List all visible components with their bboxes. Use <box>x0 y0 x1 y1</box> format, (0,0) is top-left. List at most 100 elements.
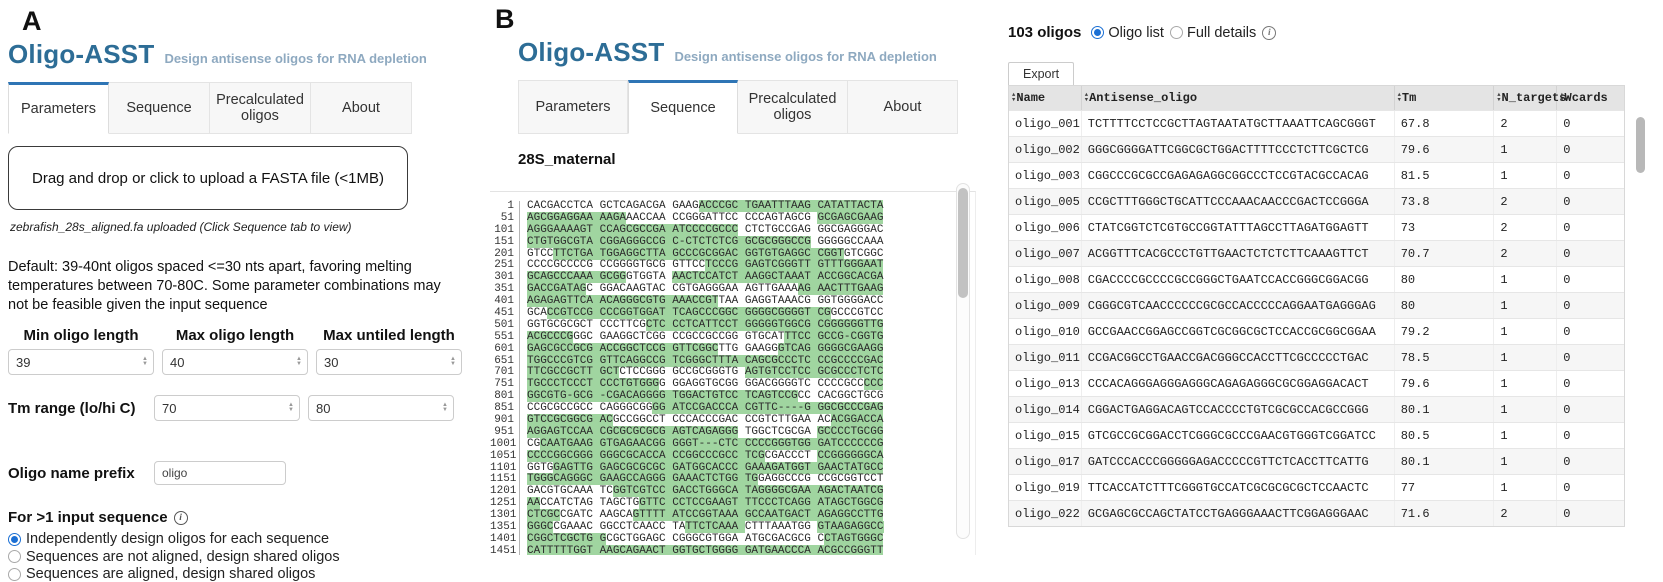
oligo-prefix-input[interactable]: oligo <box>154 461 286 485</box>
table-row: oligo_002GGGCGGGGATTCGGCGCTGGACTTTTCCCTC… <box>1009 136 1624 162</box>
radio-independent-design[interactable]: Independently design oligos for each seq… <box>8 530 478 548</box>
min-oligo-length-label: Min oligo length <box>8 327 154 344</box>
column-header-tm[interactable]: ▲▼ Tm <box>1395 86 1495 110</box>
sequence-scrollbar-thumb[interactable] <box>958 188 968 298</box>
radio-icon[interactable] <box>8 550 21 563</box>
table-cell: 0 <box>1557 189 1624 214</box>
column-header-wcards[interactable]: ▲▼ Wcards <box>1557 86 1624 110</box>
tab-about[interactable]: About <box>848 80 958 134</box>
tab-precalculated-oligos[interactable]: Precalculated oligos <box>738 80 848 134</box>
sequence-line-number: 151 <box>490 237 520 249</box>
table-cell: 0 <box>1557 397 1624 422</box>
tab-bar-b: Parameters Sequence Precalculated oligos… <box>518 80 987 134</box>
oligo-count: 103 oligos <box>1008 24 1081 41</box>
table-row: oligo_015GTCGCCGCGGACCTCGGGCGCCCGAACGTGG… <box>1009 422 1624 448</box>
tm-lo-value: 70 <box>162 401 176 416</box>
table-cell: TTCACCATCTTTCGGGTGCCATCGCGCGCGCTCCAACTC <box>1082 475 1395 500</box>
radio-selected-icon[interactable] <box>1091 26 1104 39</box>
info-icon[interactable]: i <box>174 511 188 525</box>
table-row: oligo_009CGGGCGTCAACCCCCCGCGCCACCCCCAGGA… <box>1009 292 1624 318</box>
column-header-antisense-oligo[interactable]: ▲▼ Antisense_oligo <box>1082 86 1395 110</box>
column-header-n-targets[interactable]: ▲▼ N_targets <box>1494 86 1557 110</box>
table-cell: 0 <box>1557 345 1624 370</box>
table-cell: 0 <box>1557 241 1624 266</box>
table-cell: 79.2 <box>1395 319 1495 344</box>
stepper-icon[interactable]: ▲▼ <box>296 357 302 367</box>
table-cell: oligo_005 <box>1009 189 1082 214</box>
sort-icon[interactable]: ▲▼ <box>1085 93 1088 102</box>
tab-parameters[interactable]: Parameters <box>8 82 109 134</box>
radio-aligned-shared[interactable]: Sequences are aligned, design shared oli… <box>8 565 478 582</box>
column-label: Tm <box>1402 91 1416 105</box>
sequence-line: 601GAGCGCCGCG ACCGGCTCCG GTTCGGCTTG GAAG… <box>490 344 975 356</box>
stepper-icon[interactable]: ▲▼ <box>142 357 148 367</box>
table-cell: 0 <box>1557 423 1624 448</box>
table-cell: 0 <box>1557 163 1624 188</box>
radio-selected-icon[interactable] <box>8 533 21 546</box>
tab-bar-a: Parameters Sequence Precalculated oligos… <box>8 82 478 134</box>
max-untiled-length-input[interactable]: 30 ▲▼ <box>316 349 462 375</box>
table-header-row: ▲▼ Name ▲▼ Antisense_oligo ▲▼ Tm ▲▼ N_ta… <box>1009 86 1624 110</box>
table-cell: 70.7 <box>1395 241 1495 266</box>
radio-label: Independently design oligos for each seq… <box>26 531 329 547</box>
parameter-description: Default: 39-40nt oligos spaced <=30 nts … <box>8 258 456 315</box>
table-cell: 0 <box>1557 215 1624 240</box>
table-cell: CGGACTGAGGACAGTCCACCCCTGTCGCGCCACGCCGGG <box>1082 397 1395 422</box>
table-row: oligo_017GATCCCACCCGGGGGAGACCCCCGTTCTCAC… <box>1009 448 1624 474</box>
sort-icon[interactable]: ▲▼ <box>1012 93 1015 102</box>
max-oligo-length-group: Max oligo length 40 ▲▼ <box>162 327 308 375</box>
table-row: oligo_005CCGCTTTGGGCTGCATTCCCAAACAACCCGA… <box>1009 188 1624 214</box>
stepper-icon[interactable]: ▲▼ <box>288 403 294 413</box>
table-cell: 0 <box>1557 501 1624 526</box>
tab-precalculated-oligos[interactable]: Precalculated oligos <box>210 82 311 134</box>
tm-lo-input[interactable]: 70 ▲▼ <box>154 395 300 421</box>
table-cell: CCGCTTTGGGCTGCATTCCCAAACAACCCGACTCCGGGA <box>1082 189 1395 214</box>
table-cell: ACGGTTTCACGCCCTGTTGAACTCTCTCTTCAAAGTTCT <box>1082 241 1395 266</box>
sequence-text: CTGTGGCGTA CGGAGGGCCG C-CTCTCTCG GCGCGGG… <box>527 237 883 249</box>
sort-icon[interactable]: ▲▼ <box>1560 93 1563 102</box>
max-oligo-length-input[interactable]: 40 ▲▼ <box>162 349 308 375</box>
info-icon[interactable]: i <box>1262 26 1276 40</box>
table-cell: oligo_010 <box>1009 319 1082 344</box>
tab-sequence[interactable]: Sequence <box>628 80 738 134</box>
table-row: oligo_007ACGGTTTCACGCCCTGTTGAACTCTCTCTTC… <box>1009 240 1624 266</box>
table-row: oligo_011CCGACGGCCTGAACCGACGGGCCACCTTCGC… <box>1009 344 1624 370</box>
sequence-viewer[interactable]: 1CACGACCTCA GCTCAGACGA GAAGACCCGC TGAATT… <box>490 191 976 555</box>
tab-sequence[interactable]: Sequence <box>109 82 210 134</box>
table-cell: 80 <box>1395 293 1495 318</box>
tab-about[interactable]: About <box>311 82 412 134</box>
table-scrollbar-thumb[interactable] <box>1636 117 1645 173</box>
stepper-icon[interactable]: ▲▼ <box>450 357 456 367</box>
min-oligo-length-input[interactable]: 39 ▲▼ <box>8 349 154 375</box>
fasta-upload-dropzone[interactable]: Drag and drop or click to upload a FASTA… <box>8 146 408 210</box>
table-body: oligo_001TCTTTTCCTCCGCTTAGTAATATGCTTAAAT… <box>1009 110 1624 526</box>
table-cell: oligo_017 <box>1009 449 1082 474</box>
view-option-oligo-list[interactable]: Oligo list <box>1091 25 1164 41</box>
table-cell: GCCGAACCGGAGCCGGTCGCGGCGCTCCACCGCGGCGGAA <box>1082 319 1395 344</box>
column-header-name[interactable]: ▲▼ Name <box>1009 86 1082 110</box>
table-cell: 79.6 <box>1395 371 1495 396</box>
column-label: Wcards <box>1565 91 1608 105</box>
tm-hi-input[interactable]: 80 ▲▼ <box>308 395 454 421</box>
table-cell: oligo_019 <box>1009 475 1082 500</box>
table-cell: oligo_022 <box>1009 501 1082 526</box>
table-cell: 0 <box>1557 449 1624 474</box>
table-cell: 0 <box>1557 319 1624 344</box>
radio-icon[interactable] <box>1170 26 1183 39</box>
length-fields: Min oligo length 39 ▲▼ Max oligo length … <box>8 327 478 375</box>
sort-icon[interactable]: ▲▼ <box>1398 93 1401 102</box>
sort-icon[interactable]: ▲▼ <box>1497 93 1500 102</box>
upload-status: zebrafish_28s_aligned.fa uploaded (Click… <box>10 220 478 234</box>
radio-icon[interactable] <box>8 568 21 581</box>
min-oligo-length-group: Min oligo length 39 ▲▼ <box>8 327 154 375</box>
table-cell: 80 <box>1395 267 1495 292</box>
table-cell: GTCGCCGCGGACCTCGGGCGCCCGAACGTGGGTCGGATCC <box>1082 423 1395 448</box>
stepper-icon[interactable]: ▲▼ <box>442 403 448 413</box>
radio-not-aligned-shared[interactable]: Sequences are not aligned, design shared… <box>8 548 478 566</box>
panel-b: B Oligo-ASST Design antisense oligos for… <box>487 4 987 555</box>
tab-parameters[interactable]: Parameters <box>518 80 628 134</box>
export-button[interactable]: Export <box>1008 62 1074 85</box>
table-row: oligo_022GCGAGCGCCAGCTATCCTGAGGGAAACTTCG… <box>1009 500 1624 526</box>
view-option-full-details[interactable]: Full details <box>1170 25 1256 41</box>
max-untiled-length-label: Max untiled length <box>316 327 462 344</box>
